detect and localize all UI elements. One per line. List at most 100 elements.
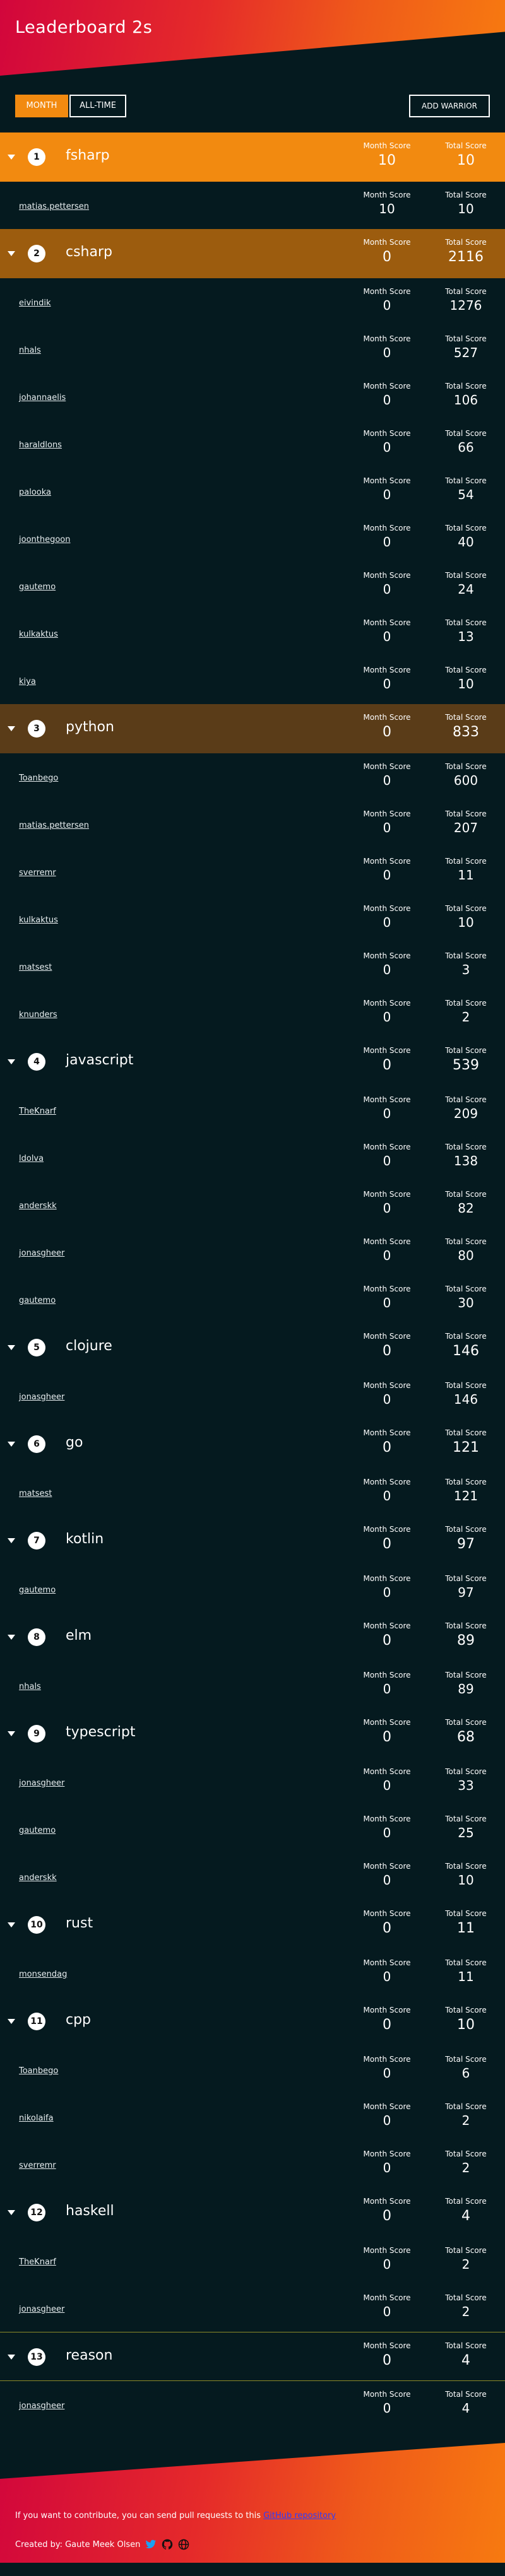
collapse-triangle-icon[interactable]	[8, 1731, 15, 1736]
user-link[interactable]: ldolva	[19, 1154, 44, 1163]
github-repo-link[interactable]: GitHub repository	[263, 2511, 336, 2520]
user-row: kulkaktus Month Score 0 Total Score 13	[0, 609, 505, 657]
github-icon[interactable]	[162, 2539, 173, 2550]
user-link[interactable]: monsendag	[19, 1970, 67, 1979]
user-link[interactable]: TheKnarf	[19, 1107, 56, 1116]
user-link[interactable]: eivindik	[19, 298, 51, 308]
language-section-elm: 8 elm Month Score 0 Total Score 89 nhals Month …	[0, 1613, 505, 1709]
contribute-text: If you want to contribute, you can send …	[15, 2511, 336, 2520]
language-header[interactable]: 3 python Month Score 0 Total Score 833	[0, 704, 505, 753]
user-link[interactable]: nhals	[19, 1682, 41, 1691]
user-link[interactable]: jonasgheer	[19, 1392, 64, 1402]
user-total-score: Total Score 11	[445, 1958, 487, 1984]
language-header[interactable]: 10 rust Month Score 0 Total Score 11	[0, 1900, 505, 1950]
user-link[interactable]: matias.pettersen	[19, 821, 89, 830]
month-score: Month Score 0	[363, 1718, 411, 1745]
user-link[interactable]: matias.pettersen	[19, 202, 89, 211]
user-row: gautemo Month Score 0 Total Score 97	[0, 1565, 505, 1613]
collapse-triangle-icon[interactable]	[8, 2210, 15, 2215]
user-link[interactable]: sverremr	[19, 868, 56, 878]
collapse-triangle-icon[interactable]	[8, 726, 15, 731]
globe-icon[interactable]	[178, 2539, 189, 2550]
language-header[interactable]: 4 javascript Month Score 0 Total Score 539	[0, 1037, 505, 1086]
user-link[interactable]: kulkaktus	[19, 630, 58, 639]
language-header[interactable]: 5 clojure Month Score 0 Total Score 146	[0, 1323, 505, 1372]
language-header[interactable]: 8 elm Month Score 0 Total Score 89	[0, 1613, 505, 1662]
user-link[interactable]: jonasgheer	[19, 1779, 64, 1788]
user-link[interactable]: Toanbego	[19, 773, 58, 783]
user-total-score: Total Score 2	[445, 2293, 487, 2319]
footer: If you want to contribute, you can send …	[0, 2443, 505, 2563]
user-link[interactable]: nikolaifa	[19, 2114, 54, 2123]
collapse-triangle-icon[interactable]	[8, 2019, 15, 2024]
user-link[interactable]: sverremr	[19, 2161, 56, 2170]
language-header[interactable]: 12 haskell Month Score 0 Total Score 4	[0, 2188, 505, 2237]
language-header[interactable]: 1 fsharp Month Score 10 Total Score 10	[0, 132, 505, 182]
user-row: TheKnarf Month Score 0 Total Score 2	[0, 2237, 505, 2285]
language-header[interactable]: 13 reason Month Score 0 Total Score 4	[0, 2332, 505, 2381]
collapse-triangle-icon[interactable]	[8, 1922, 15, 1927]
user-link[interactable]: nhals	[19, 346, 41, 355]
language-header[interactable]: 7 kotlin Month Score 0 Total Score 97	[0, 1516, 505, 1565]
user-total-score: Total Score 527	[445, 334, 487, 360]
user-total-score: Total Score 89	[445, 1671, 487, 1697]
language-name: python	[66, 719, 114, 735]
user-link[interactable]: Toanbego	[19, 2066, 58, 2076]
user-link[interactable]: matsest	[19, 963, 52, 972]
month-button[interactable]: MONTH	[15, 95, 68, 117]
user-link[interactable]: jonasgheer	[19, 2401, 64, 2411]
user-link[interactable]: gautemo	[19, 1826, 56, 1835]
user-link[interactable]: anderskk	[19, 1873, 57, 1883]
twitter-icon[interactable]	[145, 2539, 157, 2550]
total-score: Total Score 4	[445, 2197, 487, 2224]
user-link[interactable]: anderskk	[19, 1201, 57, 1211]
user-month-score: Month Score 0	[363, 904, 411, 930]
total-score: Total Score 97	[445, 1525, 487, 1552]
user-month-score: Month Score 0	[363, 2055, 411, 2081]
user-link[interactable]: kiya	[19, 677, 36, 686]
collapse-triangle-icon[interactable]	[8, 1538, 15, 1543]
all-time-button[interactable]: ALL-TIME	[69, 95, 126, 117]
language-header[interactable]: 2 csharp Month Score 0 Total Score 2116	[0, 229, 505, 278]
collapse-triangle-icon[interactable]	[8, 155, 15, 160]
user-link[interactable]: joonthegoon	[19, 535, 71, 544]
language-header[interactable]: 6 go Month Score 0 Total Score 121	[0, 1420, 505, 1469]
user-link[interactable]: matsest	[19, 1489, 52, 1498]
user-link[interactable]: jonasgheer	[19, 2305, 64, 2314]
user-link[interactable]: haraldlons	[19, 440, 62, 450]
user-row: jonasgheer Month Score 0 Total Score 33	[0, 1758, 505, 1806]
user-row: matsest Month Score 0 Total Score 121	[0, 1469, 505, 1516]
user-month-score: Month Score 0	[363, 1862, 411, 1888]
collapse-triangle-icon[interactable]	[8, 1059, 15, 1064]
user-link[interactable]: johannaelis	[19, 393, 66, 403]
add-warrior-button[interactable]: ADD WARRIOR	[409, 95, 490, 117]
user-link[interactable]: gautemo	[19, 1296, 56, 1305]
month-score: Month Score 0	[363, 238, 411, 265]
user-link[interactable]: jonasgheer	[19, 1249, 64, 1258]
user-row: TheKnarf Month Score 0 Total Score 209	[0, 1086, 505, 1134]
collapse-triangle-icon[interactable]	[8, 2355, 15, 2360]
month-score: Month Score 0	[363, 1428, 411, 1456]
collapse-triangle-icon[interactable]	[8, 1442, 15, 1447]
language-header[interactable]: 11 cpp Month Score 0 Total Score 10	[0, 1997, 505, 2046]
language-name: javascript	[66, 1052, 134, 1068]
user-link[interactable]: palooka	[19, 488, 51, 497]
collapse-triangle-icon[interactable]	[8, 1635, 15, 1640]
created-by: Created by: Gaute Meek Olsen	[15, 2539, 189, 2550]
user-link[interactable]: knunders	[19, 1010, 57, 1020]
user-total-score: Total Score 11	[445, 857, 487, 883]
user-link[interactable]: TheKnarf	[19, 2257, 56, 2267]
language-section-clojure: 5 clojure Month Score 0 Total Score 146 jonasg…	[0, 1323, 505, 1420]
user-total-score: Total Score 1276	[445, 287, 487, 313]
language-section-haskell: 12 haskell Month Score 0 Total Score 4 TheKnar…	[0, 2188, 505, 2332]
language-header[interactable]: 9 typescript Month Score 0 Total Score 68	[0, 1709, 505, 1758]
user-link[interactable]: gautemo	[19, 1585, 56, 1595]
user-month-score: Month Score 0	[363, 999, 411, 1025]
collapse-triangle-icon[interactable]	[8, 251, 15, 256]
user-row: ldolva Month Score 0 Total Score 138	[0, 1134, 505, 1181]
user-link[interactable]: gautemo	[19, 582, 56, 592]
collapse-triangle-icon[interactable]	[8, 1345, 15, 1350]
month-score: Month Score 0	[363, 1621, 411, 1649]
user-link[interactable]: kulkaktus	[19, 915, 58, 925]
rank-badge: 4	[28, 1053, 45, 1071]
